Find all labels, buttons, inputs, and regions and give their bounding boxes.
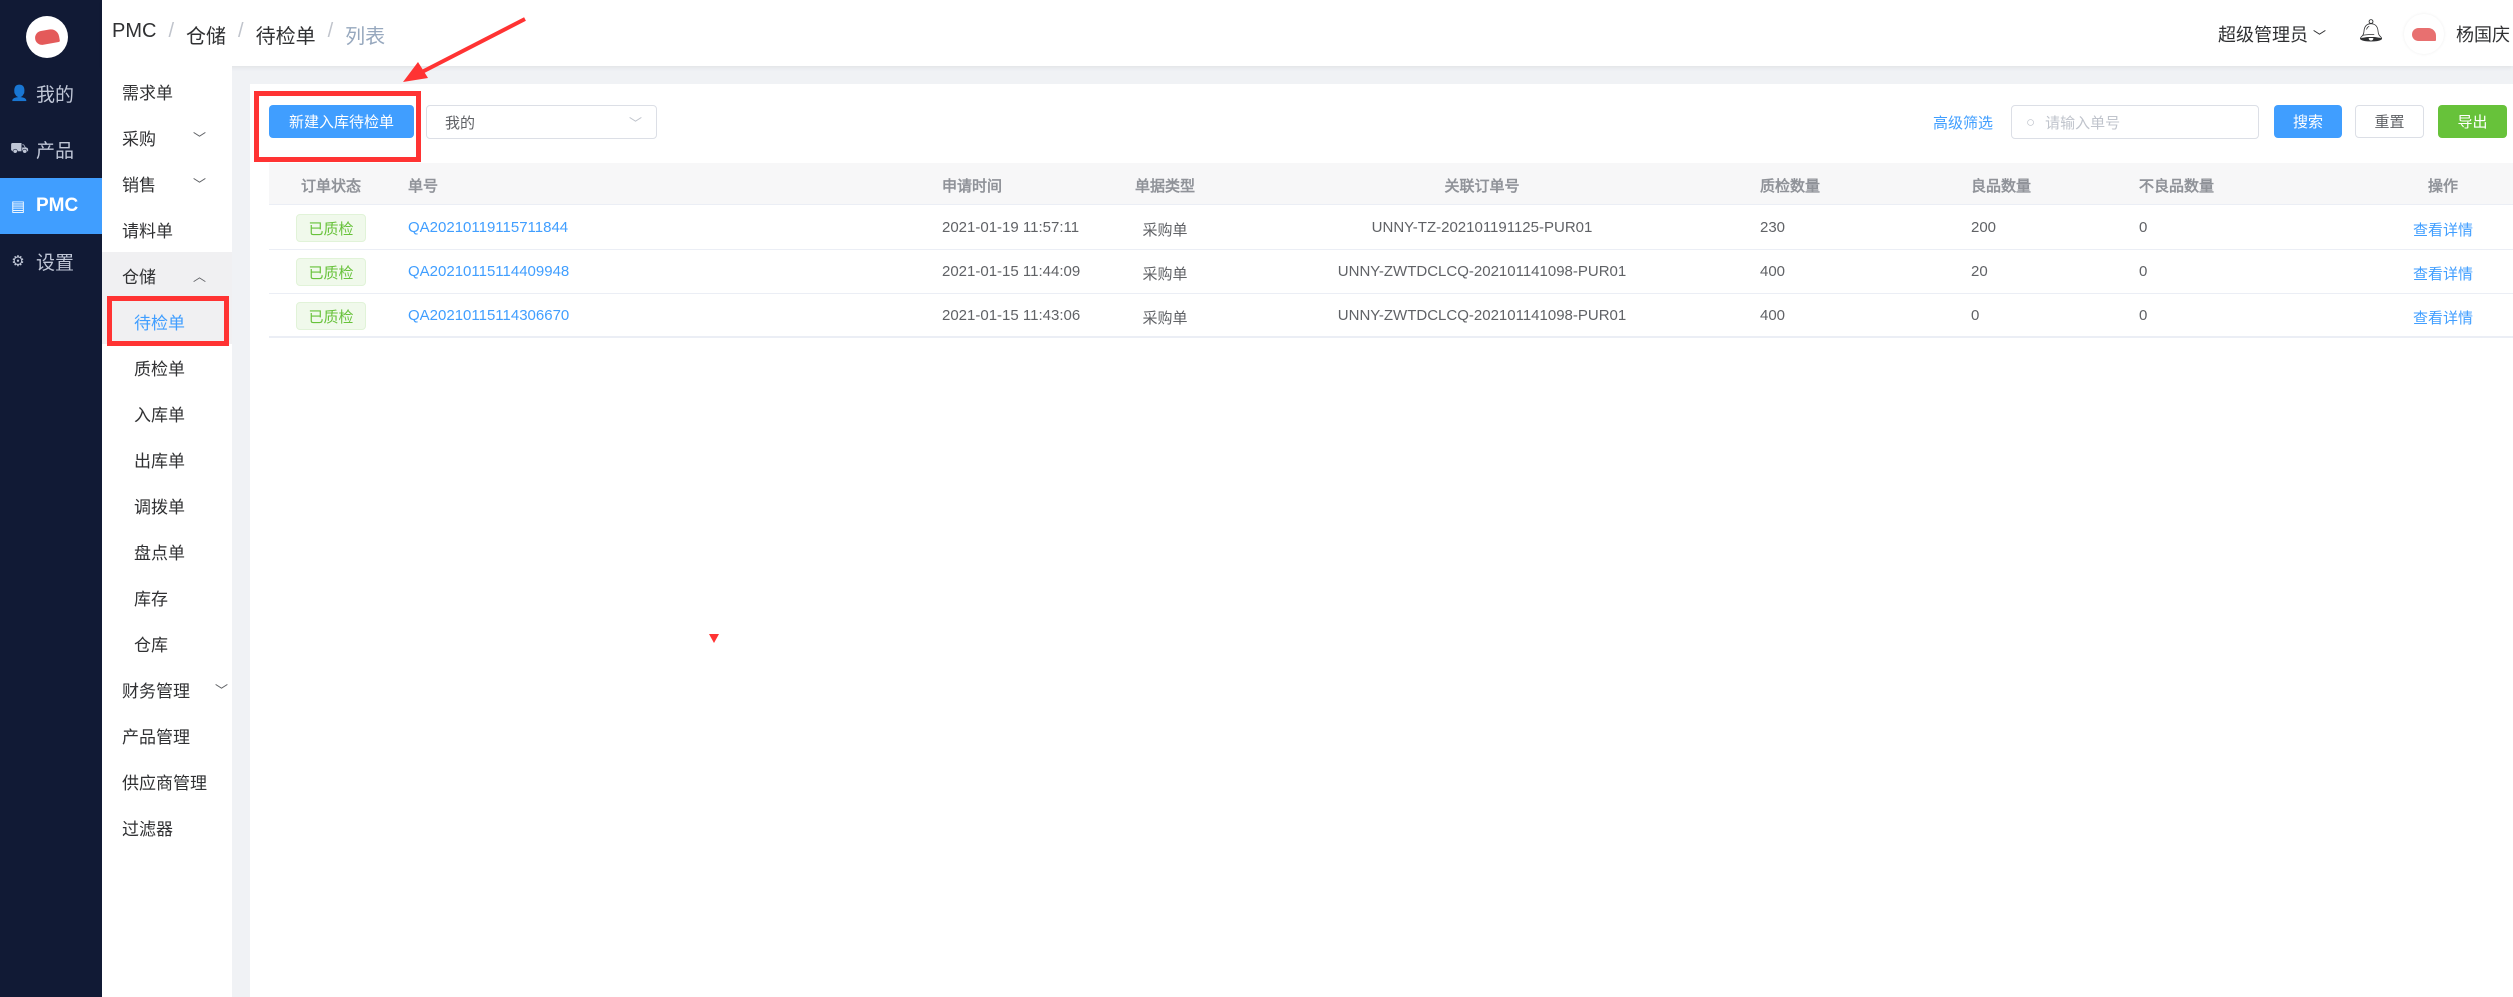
annotation-arrow xyxy=(403,17,719,643)
